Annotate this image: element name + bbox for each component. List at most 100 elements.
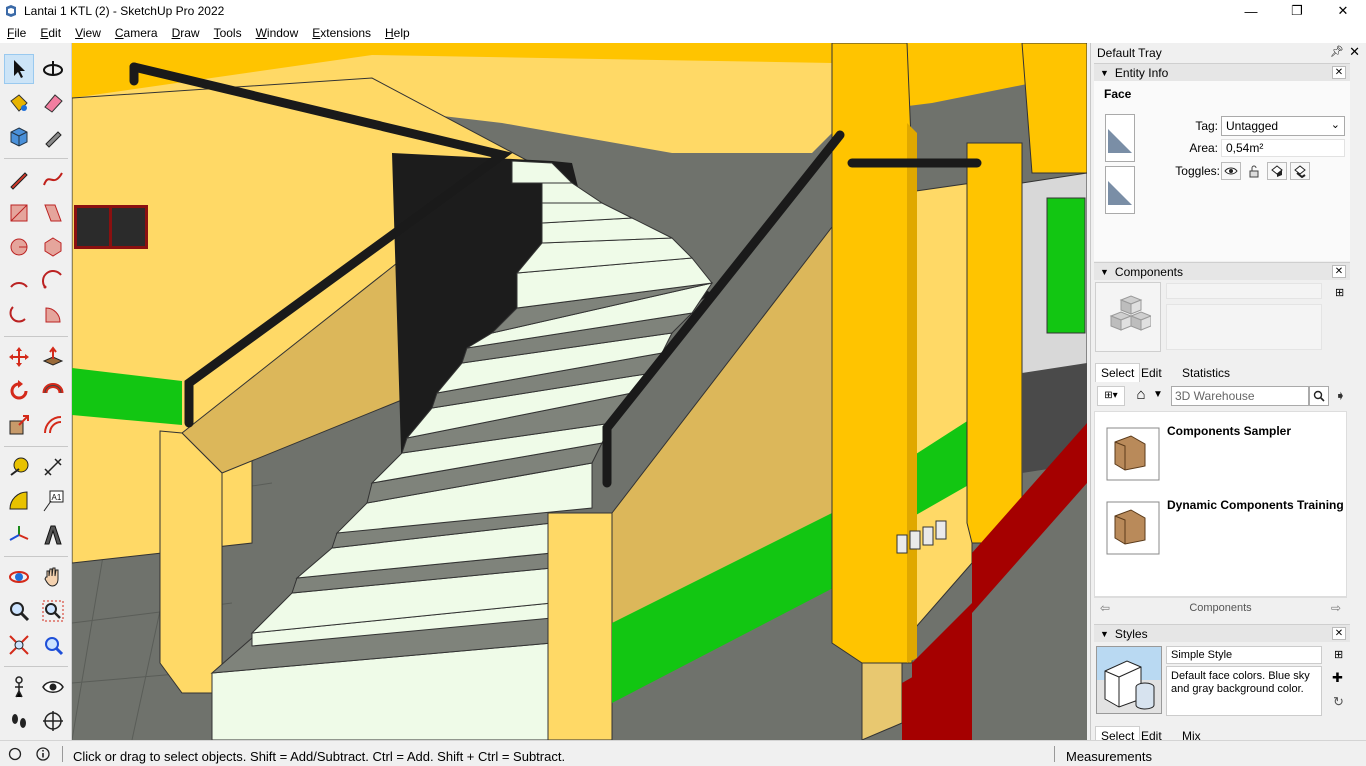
menu-tools[interactable]: Tools — [207, 26, 249, 40]
close-button[interactable]: ✕ — [1320, 0, 1366, 22]
list-item[interactable]: Components Sampler — [1099, 420, 1349, 490]
create-style-icon[interactable]: ✚ — [1332, 670, 1343, 686]
style-description-field[interactable]: Default face colors. Blue sky and gray b… — [1166, 666, 1322, 716]
polygon-tool[interactable] — [38, 232, 68, 262]
menu-view[interactable]: View — [68, 26, 108, 40]
update-style-icon[interactable]: ↻ — [1333, 694, 1344, 710]
zoom-window-tool[interactable] — [38, 596, 68, 626]
components-tab-statistics[interactable]: Statistics — [1177, 364, 1235, 382]
lock-toggle[interactable] — [1244, 162, 1264, 180]
orbit-view-icon — [9, 571, 29, 583]
walk-tool[interactable] — [4, 706, 34, 736]
pencil-icon — [10, 172, 28, 190]
axes-tool[interactable] — [4, 520, 34, 550]
3d-text-tool[interactable] — [38, 520, 68, 550]
menu-camera[interactable]: Camera — [108, 26, 165, 40]
styles-close-icon[interactable]: ✕ — [1332, 627, 1346, 640]
receive-shadows-toggle[interactable] — [1290, 162, 1310, 180]
menu-extensions[interactable]: Extensions — [305, 26, 378, 40]
pie-tool[interactable] — [38, 300, 68, 330]
circle-tool[interactable] — [4, 232, 34, 262]
text-tool[interactable]: A1 — [38, 486, 68, 516]
pan-tool[interactable] — [38, 562, 68, 592]
rectangle-tool[interactable] — [4, 198, 34, 228]
forward-arrow-icon[interactable]: ⇨ — [1331, 601, 1341, 615]
model-viewport[interactable] — [72, 43, 1087, 740]
entity-info-close-icon[interactable]: ✕ — [1332, 66, 1346, 79]
components-tab-select[interactable]: Select — [1095, 363, 1141, 382]
dimensions-tool[interactable] — [38, 452, 68, 482]
menu-edit[interactable]: Edit — [33, 26, 68, 40]
protractor-tool[interactable] — [4, 486, 34, 516]
style-details-icon[interactable]: ⊞ — [1334, 648, 1343, 661]
display-options-button[interactable]: ⊞▾ — [1097, 386, 1125, 406]
warehouse-search-input[interactable]: 3D Warehouse — [1171, 386, 1309, 406]
components-header[interactable]: ▼ Components ✕ — [1094, 262, 1350, 280]
menu-file[interactable]: File — [0, 26, 33, 40]
minimize-button[interactable]: — — [1228, 0, 1274, 22]
paint-bucket-tool[interactable] — [4, 88, 34, 118]
home-icon[interactable]: ⌂ — [1131, 386, 1151, 406]
select-tool[interactable] — [4, 54, 34, 84]
info-icon[interactable] — [36, 747, 50, 761]
component-details-icon[interactable]: ⊞ — [1335, 286, 1344, 299]
measurements-input[interactable] — [1160, 744, 1366, 766]
style-thumbnail — [1096, 646, 1162, 714]
folder-icon — [1106, 427, 1160, 481]
geo-location-icon[interactable] — [8, 747, 22, 761]
make-component-tool[interactable] — [4, 122, 34, 152]
previous-view-tool[interactable] — [38, 630, 68, 660]
menu-help[interactable]: Help — [378, 26, 417, 40]
follow-me-tool[interactable] — [38, 376, 68, 406]
component-description-field[interactable] — [1166, 304, 1322, 350]
look-around-tool[interactable] — [38, 672, 68, 702]
zoom-tool[interactable] — [4, 596, 34, 626]
cast-shadows-toggle[interactable] — [1267, 162, 1287, 180]
offset-tool[interactable] — [38, 410, 68, 440]
push-pull-tool[interactable] — [38, 342, 68, 372]
components-tab-edit[interactable]: Edit — [1136, 364, 1167, 382]
entity-info-header[interactable]: ▼ Entity Info ✕ — [1094, 63, 1350, 81]
style-name-field[interactable]: Simple Style — [1166, 646, 1322, 664]
section-plane-tool[interactable] — [38, 706, 68, 736]
scale-tool[interactable] — [4, 410, 34, 440]
receive-shadow-icon — [1294, 165, 1306, 178]
large-tool-set: A1 — [0, 43, 72, 740]
pie-icon — [45, 307, 61, 323]
tag-tool[interactable] — [38, 122, 68, 152]
back-material-swatch[interactable] — [1105, 166, 1135, 214]
tray-close-icon[interactable]: ✕ — [1349, 44, 1360, 60]
tray-scrollbar[interactable] — [1352, 61, 1366, 740]
orbit-tool[interactable] — [38, 54, 68, 84]
rotate-tool[interactable] — [4, 376, 34, 406]
arc-tool[interactable] — [4, 266, 34, 296]
menu-window[interactable]: Window — [249, 26, 306, 40]
search-button[interactable] — [1309, 386, 1329, 406]
eraser-tool[interactable] — [38, 88, 68, 118]
component-name-field[interactable] — [1166, 283, 1322, 299]
pin-icon[interactable]: 📌︎ — [1330, 45, 1344, 58]
2pt-arc-tool[interactable] — [4, 300, 34, 330]
component-cube-icon — [10, 127, 28, 147]
styles-header[interactable]: ▼ Styles ✕ — [1094, 624, 1350, 642]
position-camera-tool[interactable] — [4, 672, 34, 702]
maximize-button[interactable]: ❐ — [1274, 0, 1320, 22]
collection-name: Components Sampler — [1167, 424, 1292, 438]
rotated-rectangle-tool[interactable] — [38, 198, 68, 228]
orbit-view-tool[interactable] — [4, 562, 34, 592]
tape-measure-tool[interactable] — [4, 452, 34, 482]
move-tool[interactable] — [4, 342, 34, 372]
front-material-swatch[interactable] — [1105, 114, 1135, 162]
components-close-icon[interactable]: ✕ — [1332, 265, 1346, 278]
menu-draw[interactable]: Draw — [165, 26, 207, 40]
detail-arrow-icon[interactable]: ➧ — [1335, 388, 1346, 404]
navigation-dropdown-icon[interactable]: ▼ — [1153, 389, 1163, 400]
freehand-tool[interactable] — [38, 164, 68, 194]
visibility-toggle[interactable] — [1221, 162, 1241, 180]
list-item[interactable]: Dynamic Components Training — [1099, 494, 1349, 564]
line-tool[interactable] — [4, 164, 34, 194]
tag-dropdown[interactable]: Untagged ⌄ — [1221, 116, 1345, 136]
zoom-extents-tool[interactable] — [4, 630, 34, 660]
area-value: 0,54m² — [1221, 139, 1345, 157]
3pt-arc-tool[interactable] — [38, 266, 68, 296]
